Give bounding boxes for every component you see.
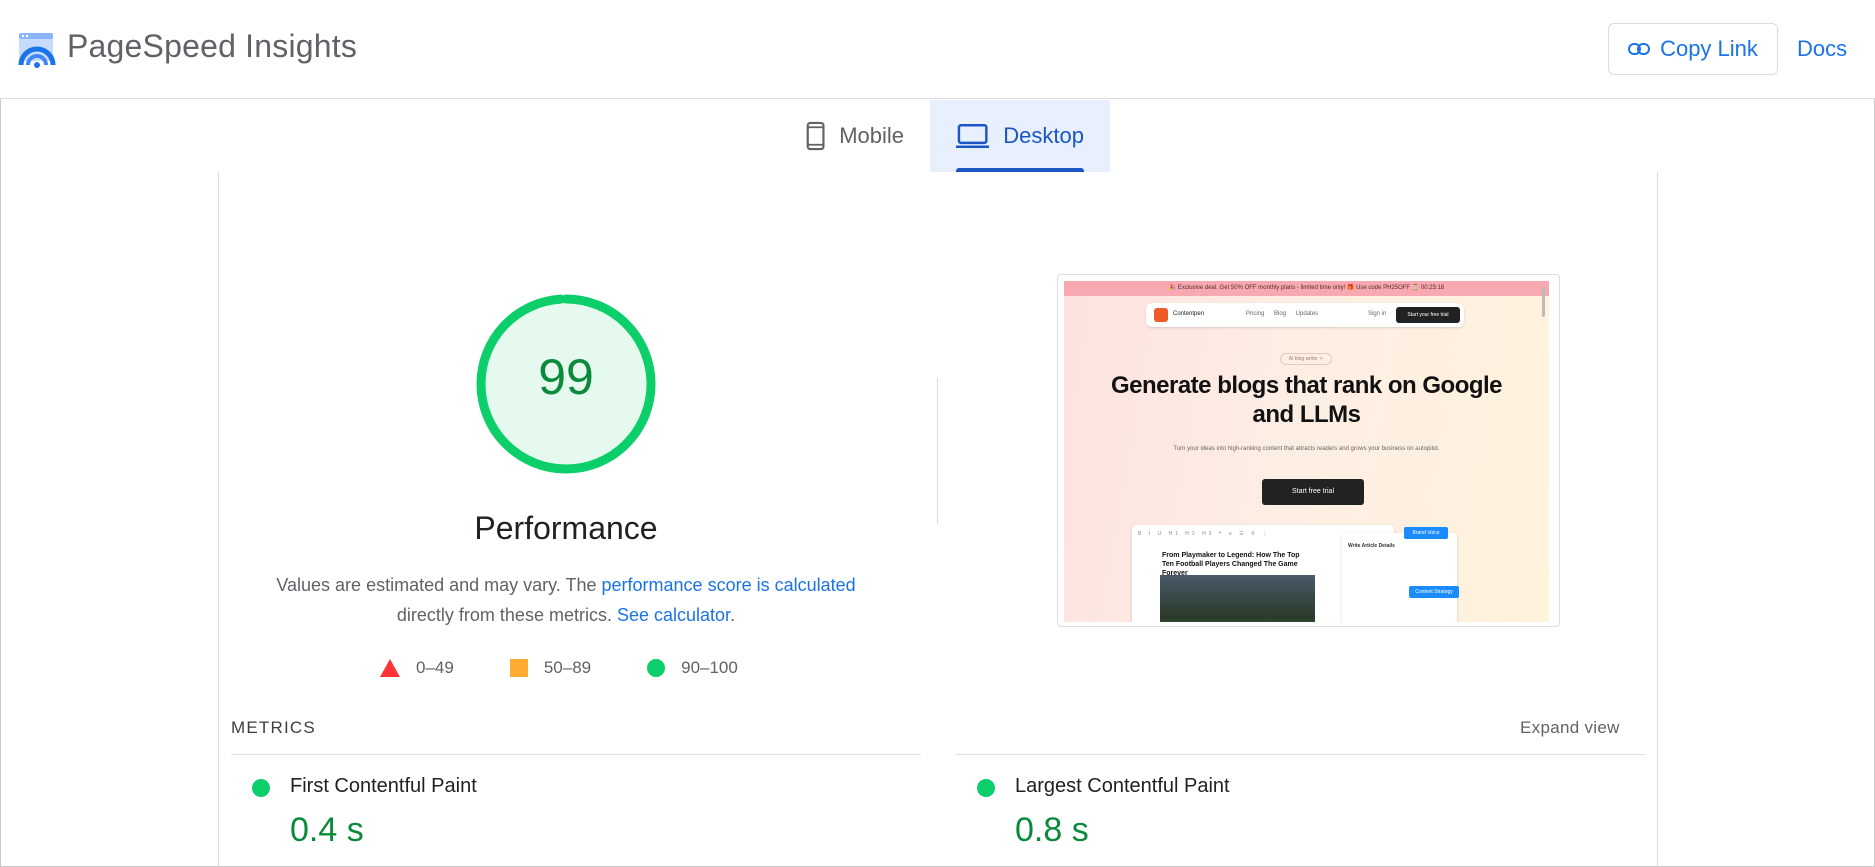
pass-circle-icon [647,659,666,677]
docs-link[interactable]: Docs [1797,36,1847,62]
hero-cta-button: Start free trial [1262,479,1364,505]
legend-item-pass: 90–100 [647,658,738,678]
legend-range: 50–89 [543,658,592,677]
content-strategy-button: Content Strategy [1409,586,1459,598]
metrics-divider-right [956,754,1646,755]
page-screenshot-thumbnail: 🎉 Exclusive deal. Get 50% OFF monthly pl… [1057,274,1560,627]
editor-article-image [1160,575,1315,622]
expand-view-toggle[interactable]: Expand view [1520,718,1620,738]
editor-article-title: From Playmaker to Legend: How The Top Te… [1162,552,1300,577]
copy-link-button[interactable]: Copy Link [1608,23,1778,75]
see-calculator-link[interactable]: See calculator [617,605,730,625]
legend-range: 0–49 [416,658,454,677]
card-left-border [218,172,219,867]
metric-name: Largest Contentful Paint [1015,775,1230,797]
pagespeed-logo-icon [18,33,56,68]
legend-item-average: 50–89 [509,658,592,678]
screenshot-scrollbar [1542,287,1545,317]
legend-range: 90–100 [681,658,738,677]
vertical-divider [937,378,938,524]
tab-mobile-label: Mobile [839,123,904,148]
score-legend: 0–49 50–89 90–100 [380,658,794,678]
sign-in-link: Sign in [1368,311,1387,317]
card-right-border [1657,172,1658,867]
metric-name: First Contentful Paint [290,775,477,797]
nav-links: Pricing Blog Updates [1246,311,1319,317]
average-square-icon [509,659,528,677]
device-tabs: Mobile Desktop [780,100,1110,172]
score-calculated-link[interactable]: performance score is calculated [602,575,856,595]
fail-triangle-icon [380,659,400,677]
tab-mobile[interactable]: Mobile [780,100,930,172]
hero-headline: Generate blogs that rank on Google and L… [1110,372,1503,428]
brand-name: Contentpen [1173,311,1205,317]
editor-toolbar: B I U H1 H2 H3 ❝ ≡ ☰ ⚲ ⋮ [1138,531,1271,537]
brand-logo-icon [1154,308,1168,322]
metric-value: 0.4 s [290,811,364,849]
desc-suffix: . [730,605,736,625]
tab-desktop-label: Desktop [1003,123,1084,148]
article-details-panel: Write Article Details [1342,533,1457,622]
hero-pill: AI blog writer ✧ [1280,353,1332,365]
desc-prefix: Values are estimated and may vary. The [276,575,602,595]
metrics-section-label: METRICS [231,718,316,737]
metrics-divider-left [231,754,921,755]
laptop-icon [956,124,990,148]
panel-title: Write Article Details [1348,543,1395,549]
desc-middle: directly from these metrics. [396,605,612,625]
promo-banner: 🎉 Exclusive deal. Get 50% OFF monthly pl… [1064,281,1549,296]
pass-circle-icon [977,779,995,797]
brand-voice-button: Brand Voice [1404,527,1448,539]
screenshot-content: 🎉 Exclusive deal. Get 50% OFF monthly pl… [1064,281,1549,622]
legend-item-fail: 0–49 [380,658,454,678]
tab-desktop[interactable]: Desktop [930,100,1110,172]
hero-subhead: Turn your ideas into high-ranking conten… [1173,446,1440,452]
site-nav: Contentpen Pricing Blog Updates Sign in … [1146,303,1464,327]
top-header: PageSpeed Insights Copy Link Docs [0,0,1875,99]
app-title: PageSpeed Insights [67,28,358,64]
performance-description: Values are estimated and may vary. The p… [270,570,862,630]
link-icon [1628,43,1651,55]
performance-score: 99 [538,349,594,405]
copy-link-label: Copy Link [1660,36,1758,61]
metric-value: 0.8 s [1015,811,1089,849]
nav-cta-button: Start your free trial [1396,307,1460,323]
performance-title: Performance [474,510,658,546]
pass-circle-icon [252,779,270,797]
smartphone-icon [806,121,825,151]
